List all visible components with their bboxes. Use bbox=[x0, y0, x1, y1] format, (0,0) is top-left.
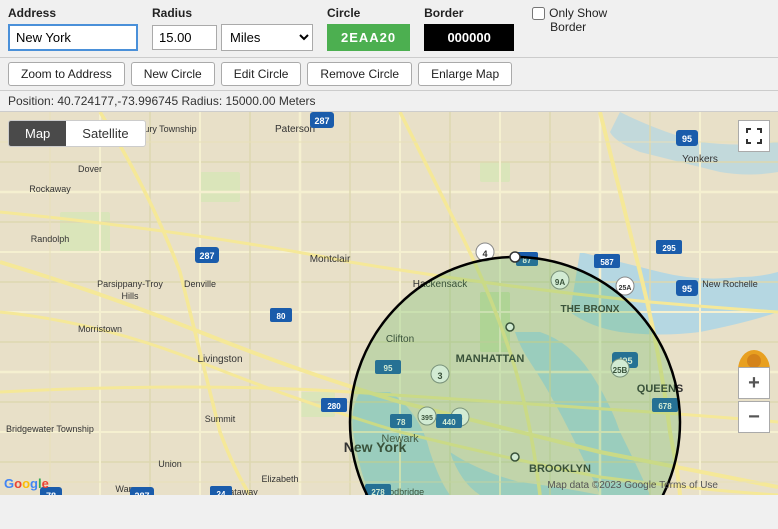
svg-text:Summit: Summit bbox=[205, 414, 236, 424]
svg-text:287: 287 bbox=[134, 491, 149, 495]
svg-text:Paterson: Paterson bbox=[275, 124, 315, 135]
svg-text:Rockaway: Rockaway bbox=[29, 184, 71, 194]
map-tab-bar: Map Satellite bbox=[8, 120, 146, 147]
svg-text:Dover: Dover bbox=[78, 164, 102, 174]
only-show-label: Only Show bbox=[549, 6, 607, 20]
svg-text:Yonkers: Yonkers bbox=[682, 154, 718, 165]
enlarge-map-button[interactable]: Enlarge Map bbox=[418, 62, 512, 86]
svg-text:80: 80 bbox=[277, 312, 286, 321]
map-terms: Map data ©2023 Google Terms of Use bbox=[547, 480, 718, 491]
map-background: New York MANHATTAN THE BRONX QUEENS BROO… bbox=[0, 112, 778, 495]
border-color-button[interactable]: 000000 bbox=[424, 24, 514, 51]
radius-row: Miles Kilometers Meters bbox=[152, 24, 313, 51]
edit-circle-button[interactable]: Edit Circle bbox=[221, 62, 302, 86]
zoom-in-button[interactable]: + bbox=[738, 367, 770, 399]
svg-text:24: 24 bbox=[217, 490, 226, 495]
circle-color-button[interactable]: 2EAA20 bbox=[327, 24, 410, 51]
svg-text:280: 280 bbox=[327, 402, 341, 411]
border-text: Border bbox=[550, 20, 586, 34]
svg-text:95: 95 bbox=[682, 134, 692, 144]
fullscreen-icon bbox=[745, 127, 763, 145]
svg-text:Randolph: Randolph bbox=[31, 234, 70, 244]
only-show-row: Only Show bbox=[532, 6, 607, 20]
zoom-to-address-button[interactable]: Zoom to Address bbox=[8, 62, 125, 86]
svg-text:4: 4 bbox=[482, 249, 487, 259]
svg-text:Morristown: Morristown bbox=[78, 324, 122, 334]
zoom-out-button[interactable]: − bbox=[738, 401, 770, 433]
radius-label: Radius bbox=[152, 6, 313, 20]
google-logo: Google bbox=[4, 476, 49, 491]
svg-text:New Rochelle: New Rochelle bbox=[702, 279, 758, 289]
svg-text:Livingston: Livingston bbox=[197, 354, 242, 365]
address-group: Address bbox=[8, 6, 138, 51]
border-label: Border bbox=[424, 6, 514, 20]
circle-group: Circle 2EAA20 bbox=[327, 6, 410, 51]
svg-text:295: 295 bbox=[662, 244, 676, 253]
radius-group: Radius Miles Kilometers Meters bbox=[152, 6, 313, 51]
position-text: Position: 40.724177,-73.996745 Radius: 1… bbox=[8, 94, 316, 108]
position-bar: Position: 40.724177,-73.996745 Radius: 1… bbox=[0, 91, 778, 112]
svg-text:78: 78 bbox=[46, 491, 56, 495]
action-bar: Zoom to Address New Circle Edit Circle R… bbox=[0, 58, 778, 91]
address-input[interactable] bbox=[8, 24, 138, 51]
circle-label: Circle bbox=[327, 6, 410, 20]
fullscreen-button[interactable] bbox=[738, 120, 770, 152]
svg-text:25A: 25A bbox=[619, 285, 632, 292]
only-show-group: Only Show Border bbox=[532, 6, 607, 34]
svg-text:287: 287 bbox=[314, 116, 329, 126]
toolbar: Address Radius Miles Kilometers Meters C… bbox=[0, 0, 778, 58]
svg-text:Denville: Denville bbox=[184, 279, 216, 289]
svg-text:Elizabeth: Elizabeth bbox=[261, 474, 298, 484]
svg-text:Montclair: Montclair bbox=[310, 254, 351, 265]
svg-text:Union: Union bbox=[158, 459, 182, 469]
svg-text:287: 287 bbox=[199, 251, 214, 261]
map-container: New York MANHATTAN THE BRONX QUEENS BROO… bbox=[0, 112, 778, 495]
svg-text:587: 587 bbox=[600, 258, 614, 267]
zoom-controls: + − bbox=[738, 367, 770, 435]
border-group: Border 000000 bbox=[424, 6, 514, 51]
radius-unit-select[interactable]: Miles Kilometers Meters bbox=[221, 24, 313, 51]
tab-map[interactable]: Map bbox=[9, 121, 66, 146]
address-label: Address bbox=[8, 6, 138, 20]
radius-input[interactable] bbox=[152, 25, 217, 50]
only-show-checkbox[interactable] bbox=[532, 7, 545, 20]
tab-satellite[interactable]: Satellite bbox=[66, 121, 144, 146]
remove-circle-button[interactable]: Remove Circle bbox=[307, 62, 412, 86]
new-circle-button[interactable]: New Circle bbox=[131, 62, 215, 86]
svg-text:95: 95 bbox=[682, 284, 692, 294]
svg-text:Bridgewater Township: Bridgewater Township bbox=[6, 424, 94, 434]
